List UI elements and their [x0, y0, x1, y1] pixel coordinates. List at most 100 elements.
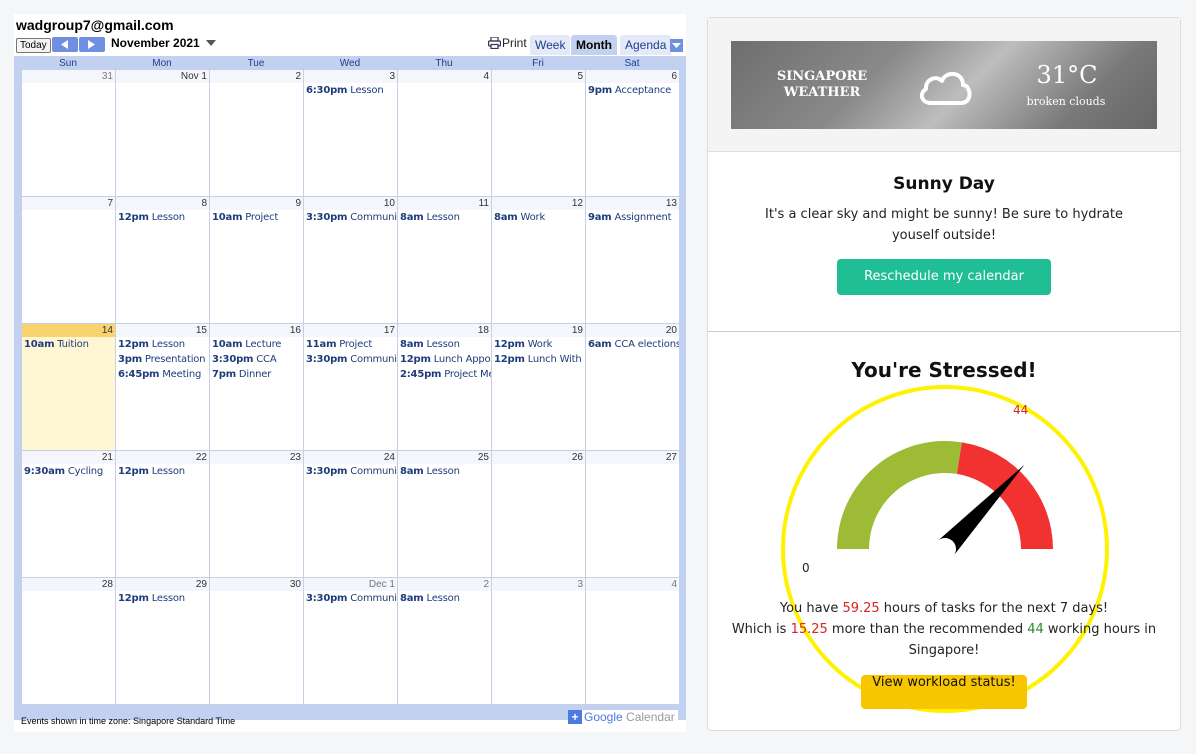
day-cell[interactable]: 6 9pm Acceptance	[585, 70, 679, 197]
day-cell[interactable]: 21 9:30am Cycling	[21, 451, 115, 578]
day-cell[interactable]: 2 8am Lesson	[397, 578, 491, 705]
calendar-event[interactable]: 8am Lesson	[398, 464, 491, 479]
day-number[interactable]: 27	[586, 451, 679, 464]
day-number[interactable]: 3	[304, 70, 397, 83]
day-number[interactable]: 15	[116, 324, 209, 337]
day-number[interactable]: 12	[492, 197, 585, 210]
day-number[interactable]: 26	[492, 451, 585, 464]
calendar-event[interactable]: 3pm Presentation	[116, 352, 209, 367]
day-cell[interactable]: 1711am Project3:30pm Community	[303, 324, 397, 451]
day-number[interactable]: 28	[22, 578, 115, 591]
day-cell[interactable]: 2	[209, 70, 303, 197]
day-number[interactable]: 5	[492, 70, 585, 83]
day-cell[interactable]: Dec 13:30pm Community	[303, 578, 397, 705]
calendar-event[interactable]: 12pm Lunch With S	[492, 352, 585, 367]
tab-agenda[interactable]: Agenda	[620, 35, 672, 55]
tab-month[interactable]: Month	[571, 35, 617, 55]
day-number[interactable]: 31	[22, 70, 115, 83]
day-cell[interactable]: 3 6:30pm Lesson	[303, 70, 397, 197]
day-cell[interactable]: 15 12pm Lesson 3pm Presentation 6:45pm Meet…	[115, 324, 209, 451]
day-number[interactable]: 9	[210, 197, 303, 210]
view-workload-button[interactable]: View workload status!	[861, 675, 1027, 709]
day-cell[interactable]: 29 12pm Lesson	[115, 578, 209, 705]
calendar-event[interactable]: 12pm Lesson	[116, 591, 209, 606]
calendar-event[interactable]: 8am Lesson	[398, 591, 491, 606]
calendar-event[interactable]: 3:30pm Community	[304, 210, 397, 225]
day-cell[interactable]: 4	[585, 578, 679, 705]
day-cell[interactable]: 25 8am Lesson	[397, 451, 491, 578]
calendar-event[interactable]: 11am Project	[304, 337, 397, 352]
month-title[interactable]: November 2021	[111, 36, 200, 50]
day-number[interactable]: 6	[586, 70, 679, 83]
calendar-event[interactable]: 10am Lecture	[210, 337, 303, 352]
day-cell[interactable]: 26	[491, 451, 585, 578]
calendar-event[interactable]: 3:30pm Community	[304, 591, 397, 606]
day-number[interactable]: 4	[398, 70, 491, 83]
day-number[interactable]: 10	[304, 197, 397, 210]
prev-month-button[interactable]	[52, 37, 78, 52]
day-number[interactable]: 17	[304, 324, 397, 337]
day-number[interactable]: 11	[398, 197, 491, 210]
day-number[interactable]: 24	[304, 451, 397, 464]
day-cell[interactable]: 30	[209, 578, 303, 705]
today-button[interactable]: Today	[16, 38, 51, 53]
day-cell[interactable]: 27	[585, 451, 679, 578]
day-number[interactable]: 8	[116, 197, 209, 210]
day-number[interactable]: Nov 1	[116, 70, 209, 83]
calendar-event[interactable]: 8am Lesson	[398, 210, 491, 225]
calendar-event[interactable]: 6:45pm Meeting	[116, 367, 209, 382]
day-number[interactable]: 3	[492, 578, 585, 591]
calendar-event[interactable]: 12pm Lunch Appoir	[398, 352, 491, 367]
calendar-event[interactable]: 3:30pm CCA	[210, 352, 303, 367]
calendar-event[interactable]: 6:30pm Lesson	[304, 83, 397, 98]
calendar-event[interactable]: 6am CCA elections	[586, 337, 679, 352]
day-number[interactable]: 21	[22, 451, 115, 464]
calendar-event[interactable]: 12pm Lesson	[116, 210, 209, 225]
day-cell[interactable]: 18 8am Lesson 12pm Lunch Appoir 2:45pm Proj…	[397, 324, 491, 451]
day-cell[interactable]: 12 8am Work	[491, 197, 585, 324]
day-number[interactable]: 25	[398, 451, 491, 464]
day-number[interactable]: 23	[210, 451, 303, 464]
day-cell[interactable]: 8 12pm Lesson	[115, 197, 209, 324]
calendar-event[interactable]: 3:30pm Community	[304, 352, 397, 367]
chevron-down-icon[interactable]	[206, 40, 216, 46]
day-cell[interactable]: Nov 1	[115, 70, 209, 197]
day-cell[interactable]: 4	[397, 70, 491, 197]
calendar-event[interactable]: 10am Tuition	[22, 337, 115, 352]
day-cell[interactable]: 16 10am Lecture 3:30pm CCA 7pm Dinner	[209, 324, 303, 451]
day-cell[interactable]: 23	[209, 451, 303, 578]
day-cell[interactable]: 31	[21, 70, 115, 197]
calendar-event[interactable]: 10am Project	[210, 210, 303, 225]
day-cell[interactable]: 3	[491, 578, 585, 705]
day-number[interactable]: 14	[22, 324, 115, 337]
day-number[interactable]: 4	[586, 578, 679, 591]
day-cell[interactable]: 243:30pm Community	[303, 451, 397, 578]
day-cell[interactable]: 19 12pm Work 12pm Lunch With S	[491, 324, 585, 451]
calendar-event[interactable]: 8am Lesson	[398, 337, 491, 352]
next-month-button[interactable]	[79, 37, 105, 52]
day-number[interactable]: 22	[116, 451, 209, 464]
day-number[interactable]: 7	[22, 197, 115, 210]
day-cell[interactable]: 13 9am Assignment	[585, 197, 679, 324]
calendar-event[interactable]: 12pm Lesson	[116, 337, 209, 352]
tab-week[interactable]: Week	[530, 35, 571, 55]
calendar-event[interactable]: 12pm Work	[492, 337, 585, 352]
day-number[interactable]: 13	[586, 197, 679, 210]
print-button[interactable]: Print	[488, 36, 527, 50]
day-number[interactable]: 2	[398, 578, 491, 591]
day-number[interactable]: 16	[210, 324, 303, 337]
calendar-event[interactable]: 7pm Dinner	[210, 367, 303, 382]
calendar-event[interactable]: 8am Work	[492, 210, 585, 225]
day-cell[interactable]: 103:30pm Community	[303, 197, 397, 324]
google-calendar-logo[interactable]: + Google Calendar	[568, 710, 678, 726]
day-number[interactable]: 2	[210, 70, 303, 83]
day-cell-today[interactable]: 14 10am Tuition	[21, 324, 115, 451]
day-number[interactable]: 20	[586, 324, 679, 337]
day-number[interactable]: 30	[210, 578, 303, 591]
calendar-event[interactable]: 3:30pm Community	[304, 464, 397, 479]
day-cell[interactable]: 9 10am Project	[209, 197, 303, 324]
calendar-event[interactable]: 9pm Acceptance	[586, 83, 679, 98]
calendar-event[interactable]: 9:30am Cycling	[22, 464, 115, 479]
day-cell[interactable]: 20 6am CCA elections	[585, 324, 679, 451]
calendar-event[interactable]: 2:45pm Project Mee	[398, 367, 491, 382]
